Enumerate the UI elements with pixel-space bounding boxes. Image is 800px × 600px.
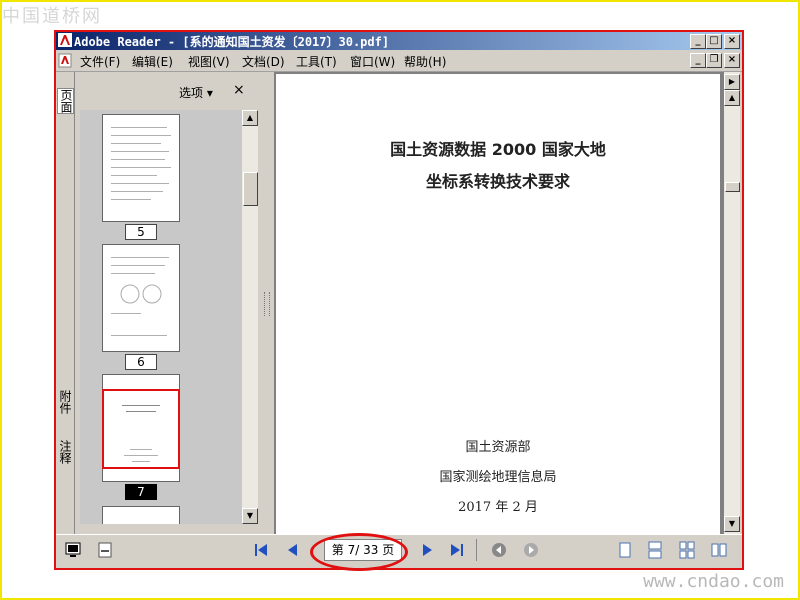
issue-date: 2017 年 2 月	[458, 500, 538, 515]
page-number-label[interactable]: 6	[125, 354, 157, 370]
thumbnail-scrollbar[interactable]: ▲ ▼	[242, 110, 258, 524]
tab-attachments[interactable]: 附件	[57, 390, 72, 414]
menu-document[interactable]: 文档(D)	[242, 53, 285, 70]
status-bar: 第 7/ 33 页	[56, 533, 742, 571]
highlight-ellipse	[310, 533, 408, 571]
watermark-top-left: 中国道桥网	[2, 6, 102, 27]
pdf-document-icon	[58, 53, 72, 68]
seal-stamp-icon	[120, 284, 162, 304]
monitor-icon[interactable]	[64, 541, 82, 559]
document-title-line-1: 国土资源数据 2000 国家大地	[390, 140, 606, 159]
menu-help[interactable]: 帮助(H)	[404, 53, 446, 70]
doc-minimize-button[interactable]: _	[690, 53, 706, 68]
next-page-icon[interactable]	[418, 541, 436, 559]
menu-window[interactable]: 窗口(W)	[350, 53, 395, 70]
issuer-1: 国土资源部	[465, 440, 531, 455]
page-number-label[interactable]: 5	[125, 224, 157, 240]
navigation-tabs: 页面 附件 注释	[56, 72, 75, 534]
menu-edit[interactable]: 编辑(E)	[132, 53, 173, 70]
thumbnail-list: 5 6 7	[80, 110, 242, 524]
page-thumbnail-5[interactable]	[102, 114, 180, 222]
minimize-button[interactable]: _	[690, 34, 706, 49]
document-title-line-2: 坐标系转换技术要求	[425, 172, 570, 191]
doc-restore-button[interactable]: ❐	[706, 53, 722, 68]
current-view-indicator	[102, 389, 180, 469]
continuous-page-icon[interactable]	[646, 541, 664, 559]
doc-close-button[interactable]: ×	[724, 53, 740, 68]
page-thumbnail-7[interactable]	[102, 374, 180, 482]
options-menu[interactable]: 选项 ▾	[179, 84, 213, 101]
page-thumbnail-next[interactable]	[102, 506, 180, 524]
go-forward-icon[interactable]	[522, 541, 540, 559]
facing-pages-icon[interactable]	[710, 541, 728, 559]
panel-header: 选项 ▾ ×	[75, 72, 260, 110]
facing-pages-continuous-icon[interactable]	[678, 541, 696, 559]
pages-panel: 选项 ▾ × 5 6 7 ▲ ▼	[75, 72, 260, 534]
adobe-reader-icon	[58, 33, 72, 47]
menu-bar: 文件(F) 编辑(E) 视图(V) 文档(D) 工具(T) 窗口(W) 帮助(H…	[56, 51, 742, 72]
document-page: 国土资源数据 2000 国家大地 坐标系转换技术要求 国土资源部 国家测绘地理信…	[276, 74, 720, 534]
window-title: Adobe Reader - [系的通知国土资发〔2017〕30.pdf]	[74, 35, 390, 49]
go-back-icon[interactable]	[490, 541, 508, 559]
watermark-bottom-right: www.cndao.com	[643, 571, 784, 592]
tab-comments[interactable]: 注释	[57, 440, 72, 464]
close-button[interactable]: ×	[724, 34, 740, 49]
first-page-icon[interactable]	[252, 541, 270, 559]
document-view[interactable]: 国土资源数据 2000 国家大地 坐标系转换技术要求 国土资源部 国家测绘地理信…	[274, 72, 724, 534]
reader-window: Adobe Reader - [系的通知国土资发〔2017〕30.pdf] _ …	[54, 30, 744, 571]
scroll-up-arrow-icon[interactable]: ▲	[242, 110, 258, 126]
page-number-label-selected[interactable]: 7	[125, 484, 157, 500]
menu-file[interactable]: 文件(F)	[80, 53, 120, 70]
scroll-down-arrow-icon[interactable]: ▼	[242, 508, 258, 524]
scroll-down-arrow-icon[interactable]: ▼	[724, 516, 740, 532]
split-arrow-icon[interactable]: ▶	[724, 74, 740, 90]
scroll-thumb[interactable]	[725, 182, 740, 192]
last-page-icon[interactable]	[448, 541, 466, 559]
toolbar-separator	[476, 539, 477, 561]
scroll-thumb[interactable]	[243, 172, 258, 206]
single-page-icon[interactable]	[616, 541, 634, 559]
scroll-up-arrow-icon[interactable]: ▲	[724, 90, 740, 106]
page-thumbnail-6[interactable]	[102, 244, 180, 352]
menu-tools[interactable]: 工具(T)	[296, 53, 337, 70]
panel-close-button[interactable]: ×	[233, 82, 245, 98]
document-scrollbar[interactable]: ▶ ▲ ▼	[724, 72, 740, 534]
menu-view[interactable]: 视图(V)	[188, 53, 230, 70]
issuer-2: 国家测绘地理信息局	[439, 470, 557, 485]
title-bar[interactable]: Adobe Reader - [系的通知国土资发〔2017〕30.pdf] _ …	[56, 32, 742, 50]
previous-page-icon[interactable]	[284, 541, 302, 559]
panel-splitter[interactable]	[260, 72, 274, 534]
tab-pages[interactable]: 页面	[57, 88, 74, 114]
maximize-button[interactable]: □	[706, 34, 722, 49]
page-icon[interactable]	[96, 541, 114, 559]
